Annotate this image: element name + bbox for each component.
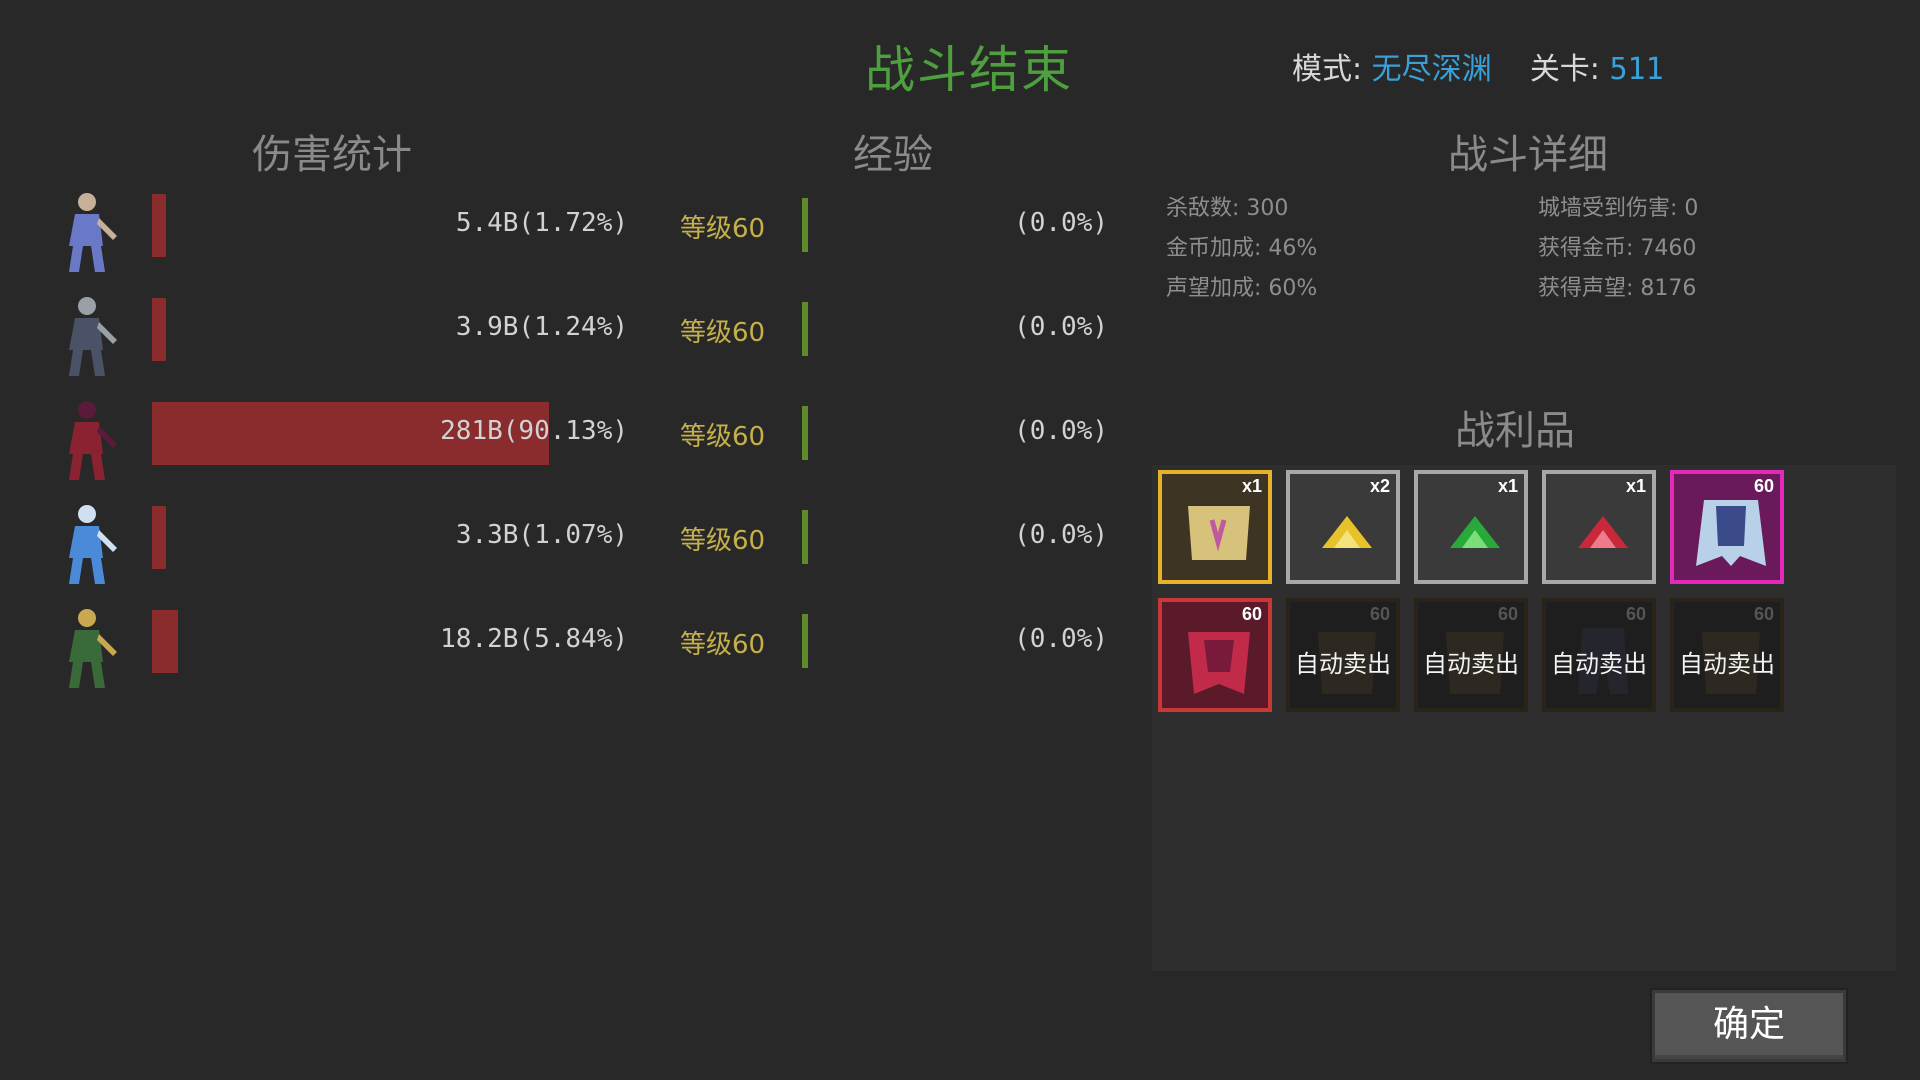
loot-count: x1: [1241, 476, 1262, 496]
damage-bar: [152, 610, 178, 673]
stage-label: 关卡:: [1529, 52, 1600, 87]
damage-value: 18.2B(5.84%): [440, 624, 628, 654]
hero-row: 18.2B(5.84%) 等级60 (0.0%): [0, 594, 1140, 698]
damage-stats-header: 伤害统计: [252, 132, 412, 178]
battle-details-header: 战斗详细: [1448, 132, 1608, 178]
loot-count: 60: [1625, 604, 1646, 624]
armored-swordsman-hero-icon: [45, 290, 125, 380]
kills-stat: 杀敌数: 300: [1166, 196, 1289, 221]
xp-percent: (0.0%): [1014, 208, 1108, 238]
ice-sorceress-hero-icon: [45, 498, 125, 588]
stage-value: 511: [1609, 52, 1664, 87]
wall-damage-stat: 城墙受到伤害: 0: [1538, 196, 1699, 221]
auto-sell-label: 自动卖出: [1423, 650, 1519, 678]
auto-sell-label: 自动卖出: [1295, 650, 1391, 678]
xp-percent: (0.0%): [1014, 624, 1108, 654]
elf-archer-hero-icon: [45, 602, 125, 692]
loot-slot[interactable]: 60: [1670, 470, 1784, 584]
green-gem-icon: [1430, 486, 1520, 576]
hero-level: 等级60: [680, 526, 766, 556]
battle-over-title: 战斗结束: [865, 41, 1073, 99]
red-mage-hero-icon: [45, 394, 125, 484]
loot-count: 60: [1753, 604, 1774, 624]
loot-slot[interactable]: 60 自动卖出: [1542, 598, 1656, 712]
hero-row: 5.4B(1.72%) 等级60 (0.0%): [0, 178, 1140, 282]
hero-level: 等级60: [680, 318, 766, 348]
damage-bar: [152, 194, 166, 257]
mode-info: 模式: 无尽深渊 关卡: 511: [1292, 44, 1664, 88]
confirm-button[interactable]: 确定: [1652, 990, 1846, 1062]
xp-percent: (0.0%): [1014, 312, 1108, 342]
yellow-gem-icon: [1302, 486, 1392, 576]
red-armor-icon: [1174, 614, 1264, 704]
hero-row: 3.3B(1.07%) 等级60 (0.0%): [0, 490, 1140, 594]
loot-count: 60: [1241, 604, 1262, 624]
loot-slot[interactable]: x1: [1542, 470, 1656, 584]
ice-armor-icon: [1686, 486, 1776, 576]
loot-slot[interactable]: 60: [1158, 598, 1272, 712]
gold-bonus-stat: 金币加成: 46%: [1166, 236, 1318, 261]
warrior-woman-hero-icon: [45, 186, 125, 276]
mode-label: 模式:: [1292, 52, 1363, 87]
xp-bar: [802, 614, 808, 668]
loot-slot[interactable]: 60 自动卖出: [1286, 598, 1400, 712]
damage-value: 5.4B(1.72%): [455, 208, 628, 238]
hero-level: 等级60: [680, 214, 766, 244]
xp-bar: [802, 510, 808, 564]
xp-bar: [802, 406, 808, 460]
loot-count: 60: [1753, 476, 1774, 496]
loot-slot[interactable]: x1: [1158, 470, 1272, 584]
loot-slot[interactable]: 60 自动卖出: [1414, 598, 1528, 712]
scroll-icon: [1174, 486, 1264, 576]
loot-count: 60: [1369, 604, 1390, 624]
xp-percent: (0.0%): [1014, 520, 1108, 550]
exp-header: 经验: [853, 132, 933, 178]
gold-gained-stat: 获得金币: 7460: [1538, 236, 1697, 261]
damage-value: 3.3B(1.07%): [455, 520, 628, 550]
xp-percent: (0.0%): [1014, 416, 1108, 446]
auto-sell-label: 自动卖出: [1551, 650, 1647, 678]
loot-slot[interactable]: x1: [1414, 470, 1528, 584]
red-gem-icon: [1558, 486, 1648, 576]
hero-level: 等级60: [680, 630, 766, 660]
loot-count: x1: [1497, 476, 1518, 496]
fame-bonus-stat: 声望加成: 60%: [1166, 276, 1318, 301]
xp-bar: [802, 302, 808, 356]
loot-count: 60: [1497, 604, 1518, 624]
xp-bar: [802, 198, 808, 252]
damage-value: 3.9B(1.24%): [455, 312, 628, 342]
loot-count: x1: [1625, 476, 1646, 496]
hero-level: 等级60: [680, 422, 766, 452]
damage-value: 281B(90.13%): [440, 416, 628, 446]
damage-bar: [152, 298, 166, 361]
loot-count: x2: [1369, 476, 1390, 496]
mode-value: 无尽深渊: [1371, 52, 1492, 87]
fame-gained-stat: 获得声望: 8176: [1538, 276, 1697, 301]
hero-row: 3.9B(1.24%) 等级60 (0.0%): [0, 282, 1140, 386]
loot-header: 战利品: [1455, 408, 1575, 454]
hero-row: 281B(90.13%) 等级60 (0.0%): [0, 386, 1140, 490]
loot-slot[interactable]: 60 自动卖出: [1670, 598, 1784, 712]
damage-bar: [152, 506, 166, 569]
loot-slot[interactable]: x2: [1286, 470, 1400, 584]
auto-sell-label: 自动卖出: [1679, 650, 1775, 678]
